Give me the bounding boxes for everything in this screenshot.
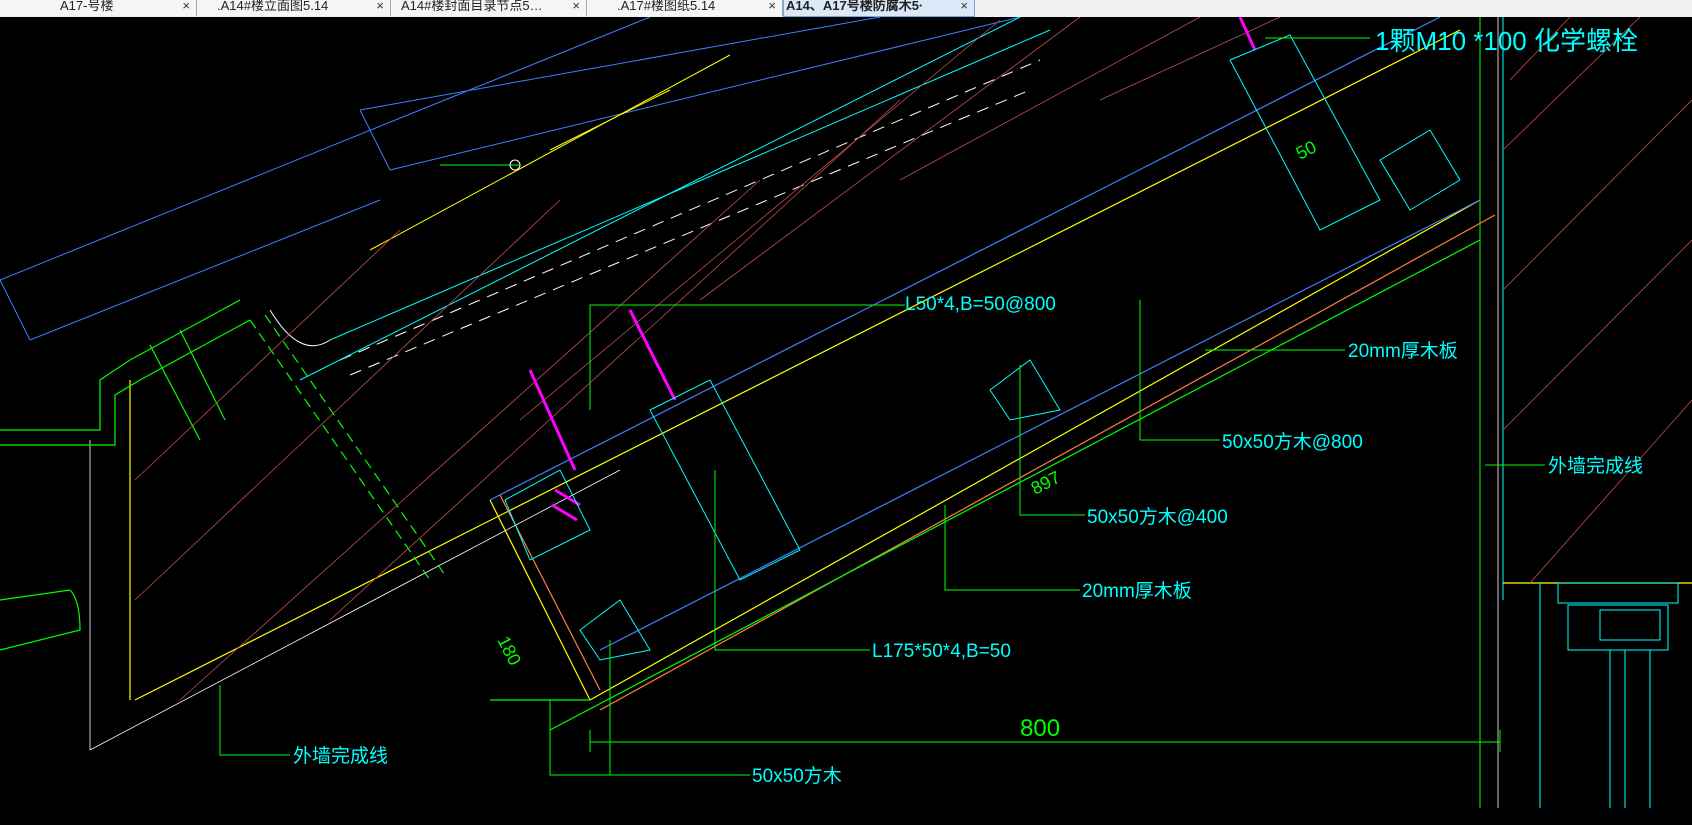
tab-a14-a17-wood[interactable]: A14、A17号楼防腐木5· × [783, 0, 975, 17]
wall-left-annotation: 外墙完成线 [293, 745, 388, 767]
tab-label: A17-号楼 [60, 0, 114, 13]
tab-a14-elevation[interactable]: .A14#楼立面图5.14 × [197, 0, 391, 16]
dimension-800: 800 [1020, 715, 1060, 742]
tab-a14-cover[interactable]: A14#楼封面目录节点5… × [391, 0, 587, 16]
close-icon[interactable]: × [182, 0, 190, 12]
status-strip [0, 808, 1692, 825]
close-icon[interactable]: × [768, 0, 776, 12]
close-icon[interactable]: × [572, 0, 580, 12]
timber-800-annotation: 50x50方木@800 [1222, 431, 1363, 453]
close-icon[interactable]: × [376, 0, 384, 12]
wall-right-annotation: 外墙完成线 [1548, 455, 1643, 477]
angle-top-annotation: L50*4,B=50@800 [905, 294, 1056, 315]
close-icon[interactable]: × [960, 0, 968, 12]
bolt-annotation: 1颗M10 *100 化学螺栓 [1375, 26, 1638, 56]
timber-400-annotation: 50x50方木@400 [1087, 506, 1228, 528]
tab-a17[interactable]: A17-号楼 × [0, 0, 197, 16]
tab-label: A14、A17号楼防腐木5· [786, 0, 924, 13]
tab-label: .A14#楼立面图5.14 [217, 0, 329, 13]
angle-bottom-annotation: L175*50*4,B=50 [872, 641, 1011, 662]
cad-drawing-canvas[interactable]: 1颗M10 *100 化学螺栓 L50*4,B=50@800 20mm厚木板 5… [0, 17, 1692, 808]
board-right-annotation: 20mm厚木板 [1348, 340, 1458, 362]
timber-bottom-annotation: 50x50方木 [752, 765, 842, 787]
document-tab-bar: A17-号楼 × .A14#楼立面图5.14 × A14#楼封面目录节点5… ×… [0, 0, 1692, 18]
tab-label: A14#楼封面目录节点5… [401, 0, 543, 13]
tab-a17-drawings[interactable]: .A17#楼图纸5.14 × [587, 0, 783, 16]
board-bottom-annotation: 20mm厚木板 [1082, 580, 1192, 602]
tab-label: .A17#楼图纸5.14 [617, 0, 716, 13]
